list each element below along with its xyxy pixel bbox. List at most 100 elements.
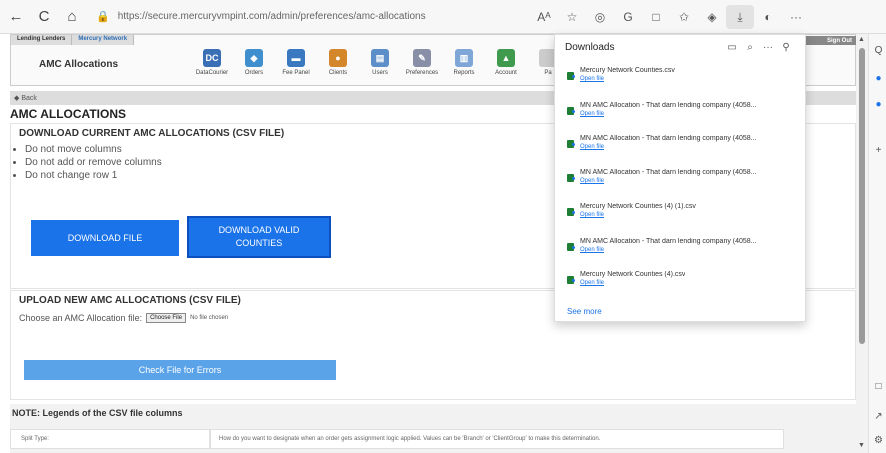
download-filename: MN AMC Allocation - That darn lending co… (580, 135, 757, 142)
see-more-link[interactable]: See more (567, 307, 602, 316)
g-extension-icon[interactable]: G (614, 5, 642, 29)
pin-icon[interactable]: ⚲ (777, 42, 795, 53)
open-file-link[interactable]: Open file (580, 111, 757, 117)
sidebar-layout-icon[interactable]: □ (872, 380, 885, 393)
nav-label: Reports (453, 70, 475, 76)
csv-file-icon (567, 107, 575, 115)
users-icon: ▤ (371, 49, 389, 67)
fee-panel-icon: ▬ (287, 49, 305, 67)
csv-legend-note: NOTE: Legends of the CSV file columns Sp… (10, 404, 856, 453)
nav-fee-panel[interactable]: ▬ Fee Panel (275, 49, 317, 76)
orders-icon: ◆ (245, 49, 263, 67)
nav-preferences[interactable]: ✎ Preferences (401, 49, 443, 76)
nav-label: Orders (244, 70, 264, 76)
download-item[interactable]: MN AMC Allocation - That darn lending co… (567, 102, 797, 117)
scroll-up-icon[interactable]: ▲ (858, 36, 865, 43)
more-icon[interactable]: ··· (759, 42, 777, 53)
module-title: AMC Allocations (39, 59, 119, 70)
account-icon: ▲ (497, 49, 515, 67)
add-sidebar-icon[interactable]: + (872, 144, 885, 157)
crumb-tab-mercury[interactable]: Mercury Network (72, 35, 135, 45)
download-item[interactable]: MN AMC Allocation - That darn lending co… (567, 238, 797, 253)
page-scrollbar[interactable]: ▲ ▼ (856, 34, 868, 453)
download-item[interactable]: Mercury Network Counties (4) (1).csv Open… (567, 203, 797, 218)
preferences-icon: ✎ (413, 49, 431, 67)
clients-icon: ● (329, 49, 347, 67)
open-file-link[interactable]: Open file (580, 76, 675, 82)
sign-out-button[interactable]: Sign Out (806, 36, 856, 45)
downloads-icon[interactable]: ⤓ (726, 5, 754, 29)
nav-label: Clients (328, 70, 348, 76)
choose-file-button[interactable]: Choose File (146, 313, 187, 323)
download-valid-counties-button[interactable]: DOWNLOAD VALID COUNTIES (187, 216, 331, 258)
legend-row: Split Type: How do you want to designate… (10, 429, 784, 449)
nav-datacourier[interactable]: DC DataCourier (191, 49, 233, 76)
browser-toolbar: ← C ⌂ 🔒 https://secure.mercuryvmpint.com… (0, 0, 886, 34)
favorite-star-icon[interactable]: ☆ (558, 5, 586, 29)
crumb-tabs: Lending Lenders Mercury Network (11, 35, 135, 45)
open-folder-icon[interactable]: ▭ (723, 42, 741, 53)
csv-file-icon (567, 276, 575, 284)
csv-file-icon (567, 243, 575, 251)
download-item[interactable]: Mercury Network Counties (4).csv Open fil… (567, 271, 797, 286)
nav-clients[interactable]: ● Clients (317, 49, 359, 76)
shopping-icon[interactable]: ● (872, 72, 885, 85)
open-file-link[interactable]: Open file (580, 280, 685, 286)
external-link-icon[interactable]: ↗ (872, 410, 885, 423)
nav-label: Users (372, 70, 388, 76)
legend-key: Split Type: (10, 429, 210, 449)
open-file-link[interactable]: Open file (580, 247, 757, 253)
download-filename: MN AMC Allocation - That darn lending co… (580, 238, 757, 245)
downloads-title: Downloads (565, 41, 615, 53)
favorites-icon[interactable]: ✩ (670, 5, 698, 29)
scroll-thumb[interactable] (859, 48, 865, 344)
nav-reports[interactable]: ▥ Reports (443, 49, 485, 76)
address-bar[interactable]: 🔒 https://secure.mercuryvmpint.com/admin… (96, 5, 486, 29)
scroll-down-icon[interactable]: ▼ (858, 442, 865, 449)
page-title: AMC ALLOCATIONS (10, 107, 126, 121)
download-filename: MN AMC Allocation - That darn lending co… (580, 102, 757, 109)
back-arrow-icon[interactable]: ← (4, 5, 28, 29)
extension-icon[interactable]: ◎ (586, 5, 614, 29)
download-filename: Mercury Network Counties (4) (1).csv (580, 203, 696, 210)
open-file-link[interactable]: Open file (580, 144, 757, 150)
nav-label: Account (495, 70, 517, 76)
performance-icon[interactable]: ◐ (754, 5, 782, 29)
nav-orders[interactable]: ◆ Orders (233, 49, 275, 76)
download-item[interactable]: Mercury Network Counties.csv Open file (567, 67, 797, 82)
toolbar-icons: Aᴬ ☆ ◎ G □ ✩ ◈ ⤓ ◐ ··· (530, 5, 810, 29)
csv-file-icon (567, 208, 575, 216)
nav-label: Preferences (405, 70, 439, 76)
nav-account[interactable]: ▲ Account (485, 49, 527, 76)
csv-file-icon (567, 72, 575, 80)
search-icon[interactable]: ⌕ (741, 42, 759, 53)
collections-icon[interactable]: ◈ (698, 5, 726, 29)
download-item[interactable]: MN AMC Allocation - That darn lending co… (567, 169, 797, 184)
open-file-link[interactable]: Open file (580, 178, 757, 184)
home-icon[interactable]: ⌂ (60, 5, 84, 29)
read-aloud-icon[interactable]: Aᴬ (530, 5, 558, 29)
open-file-link[interactable]: Open file (580, 212, 696, 218)
no-file-text: No file chosen (190, 315, 229, 321)
reload-icon[interactable]: C (32, 5, 56, 29)
check-file-button[interactable]: Check File for Errors (24, 360, 336, 380)
nav-users[interactable]: ▤ Users (359, 49, 401, 76)
search-sidebar-icon[interactable]: Q (872, 44, 885, 57)
legend-value: How do you want to designate when an ord… (210, 429, 784, 449)
settings-icon[interactable]: ⚙ (872, 434, 885, 447)
datacourier-icon: DC (203, 49, 221, 67)
split-screen-icon[interactable]: □ (642, 5, 670, 29)
outlook-icon[interactable]: ● (872, 98, 885, 111)
download-file-button[interactable]: DOWNLOAD FILE (31, 220, 179, 256)
choose-file-label: Choose an AMC Allocation file: (19, 313, 143, 323)
crumb-tab-lending[interactable]: Lending Lenders (11, 35, 73, 45)
download-item[interactable]: MN AMC Allocation - That darn lending co… (567, 135, 797, 150)
download-filename: Mercury Network Counties.csv (580, 67, 675, 74)
url-text[interactable]: https://secure.mercuryvmpint.com/admin/p… (118, 11, 426, 22)
downloads-panel: Downloads ▭ ⌕ ··· ⚲ Mercury Network Coun… (554, 34, 806, 322)
nav-label: Pa (544, 70, 552, 76)
more-options-icon[interactable]: ··· (782, 5, 810, 29)
reports-icon: ▥ (455, 49, 473, 67)
note-heading: NOTE: Legends of the CSV file columns (12, 408, 183, 418)
nav-label: Fee Panel (282, 70, 310, 76)
